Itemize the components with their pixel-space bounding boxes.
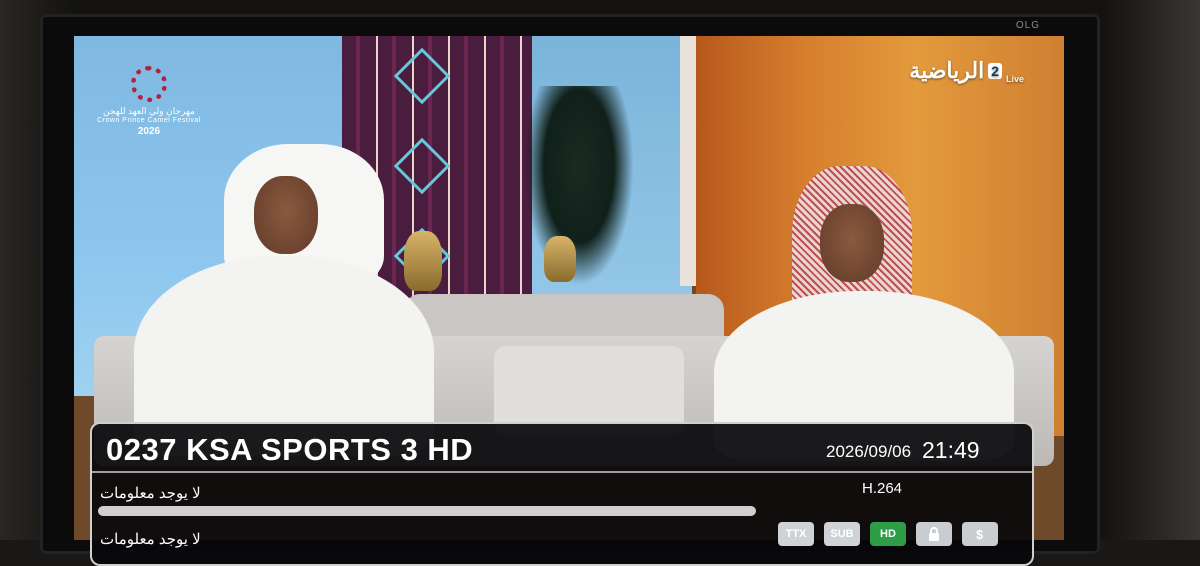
dollar-icon: $: [962, 522, 998, 546]
channel-title: 0237 KSA SPORTS 3 HD: [106, 432, 474, 467]
subtitle-badge: SUB: [824, 522, 860, 546]
channel-info-banner: 0237 KSA SPORTS 3 HD 2026/09/06 21:49 لا…: [90, 422, 1034, 566]
tv-brand: OLG: [1015, 20, 1040, 31]
channel-logo-number: 2: [988, 63, 1002, 79]
status-badges: TTX SUB HD $: [778, 522, 998, 546]
plant-decor: [524, 86, 634, 286]
lock-icon: [916, 522, 952, 546]
guest-right-head: [820, 204, 884, 282]
teletext-badge: TTX: [778, 522, 814, 546]
now-event-text: لا يوجد معلومات: [100, 485, 201, 502]
festival-year: 2026: [137, 126, 161, 137]
channel-logo: الرياضية 2 Live: [909, 58, 1024, 84]
festival-name-arabic: مهرجان ولي العهد للهجن: [103, 106, 195, 116]
coffee-pot-decor: [404, 231, 442, 291]
channel-logo-live: Live: [1005, 74, 1024, 84]
banner-time: 21:49: [922, 437, 980, 463]
coffee-pot-decor-2: [544, 236, 576, 282]
festival-logo: مهرجان ولي العهد للهجن Crown Prince Came…: [94, 66, 204, 137]
banner-date: 2026/09/06: [826, 442, 912, 461]
guest-left-head: [254, 176, 318, 254]
hd-badge: HD: [870, 522, 906, 546]
video-codec: H.264: [862, 480, 903, 497]
festival-emblem-icon: [131, 66, 167, 102]
channel-logo-name: الرياضية: [909, 58, 985, 83]
event-progress-bar: [98, 506, 756, 516]
next-event-text: لا يوجد معلومات: [100, 531, 201, 548]
festival-name-english: Crown Prince Camel Festival: [97, 117, 201, 124]
banner-divider: [92, 471, 1032, 473]
